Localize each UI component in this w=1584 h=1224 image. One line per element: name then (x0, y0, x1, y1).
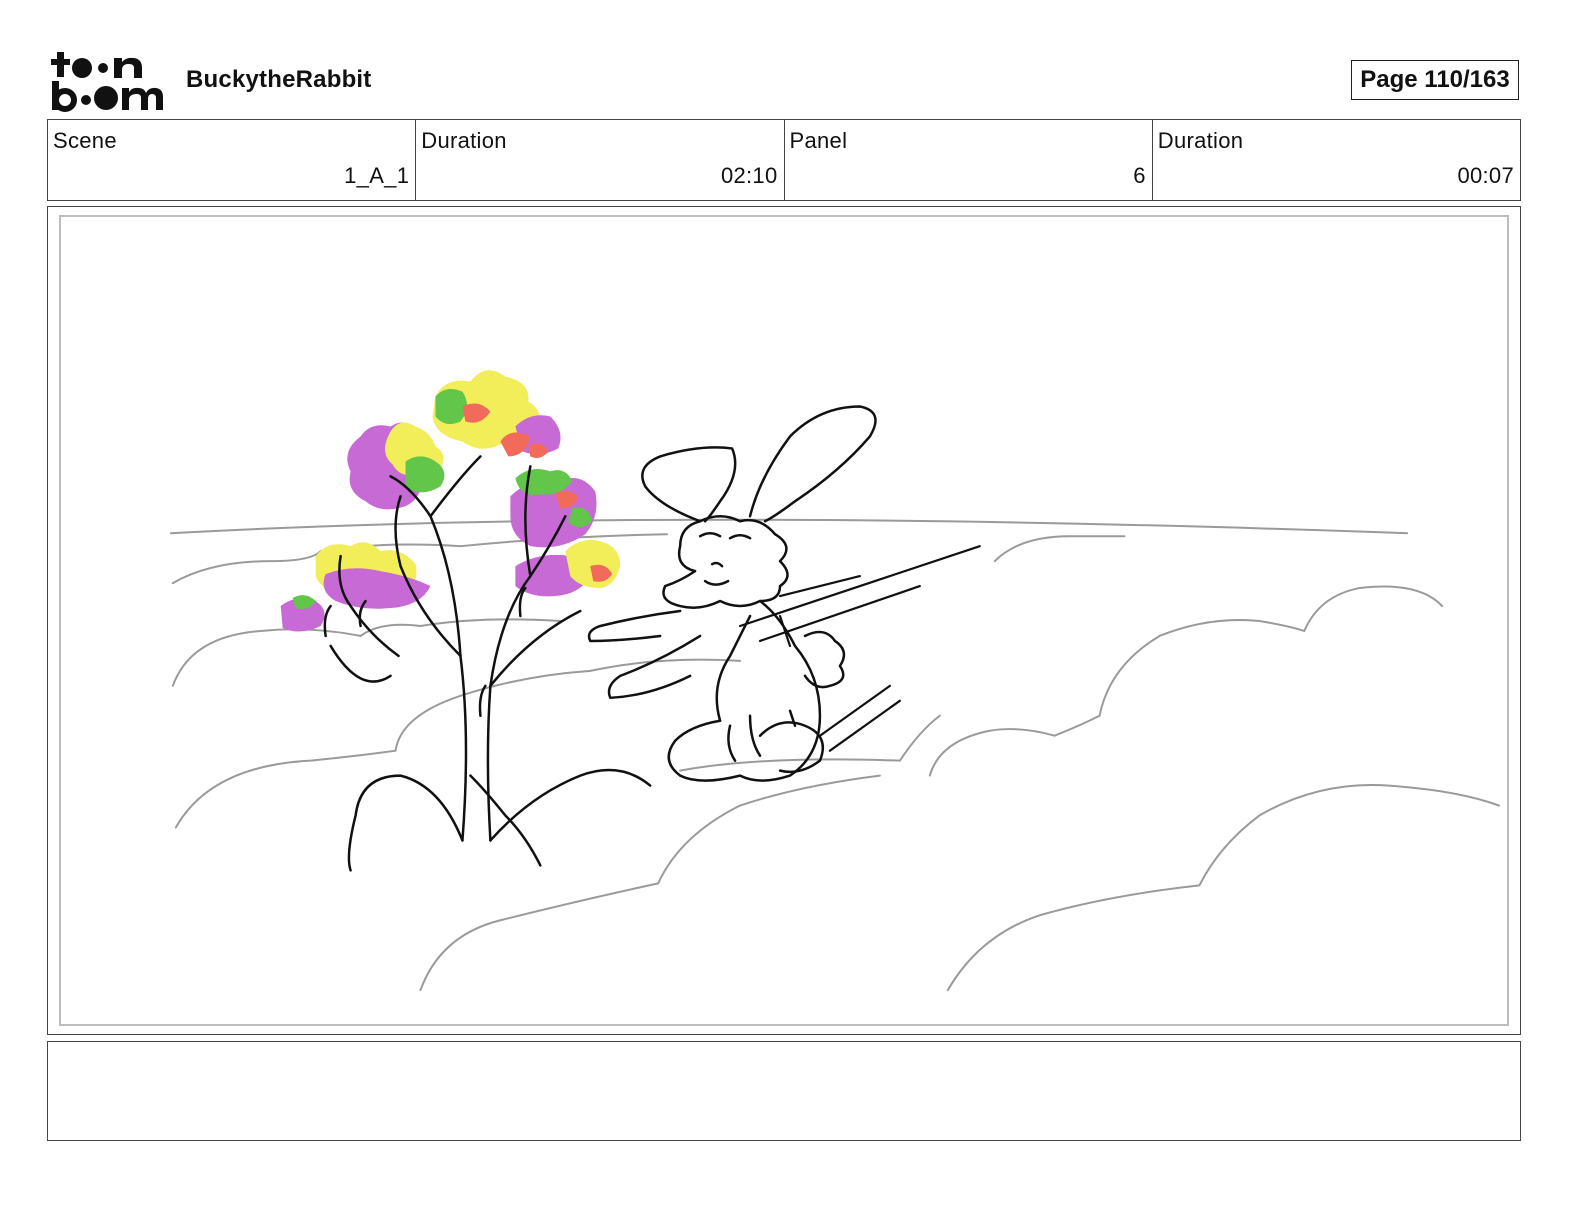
page-number: Page 110/163 (1351, 60, 1519, 100)
panel-value: 6 (1133, 163, 1146, 188)
rabbit-sketch-illustration (169, 370, 1501, 992)
scene-duration-value: 02:10 (720, 163, 778, 188)
storyboard-panel-frame (47, 206, 1521, 1035)
panel-duration-cell: Duration 00:07 (1153, 120, 1520, 200)
panel-caption-box (47, 1041, 1521, 1141)
toon-boom-logo (50, 50, 164, 112)
scene-value: 1_A_1 (344, 163, 410, 188)
panel-duration-value: 00:07 (1457, 163, 1514, 188)
scene-info-row: Scene 1_A_1 Duration 02:10 Panel 6 Durat… (47, 119, 1521, 201)
tree-trunk (323, 455, 652, 872)
storyboard-panel-image (59, 215, 1509, 1026)
rabbit-character (587, 405, 877, 782)
toon-boom-logo-icon (51, 52, 163, 112)
panel-duration-label: Duration (1157, 128, 1244, 153)
scene-duration-label: Duration (421, 128, 507, 153)
scene-cell: Scene 1_A_1 (48, 120, 417, 200)
panel-label: Panel (789, 128, 848, 153)
motion-lines (738, 545, 981, 752)
scene-duration-cell: Duration 02:10 (416, 120, 785, 200)
project-name: BuckytheRabbit (186, 66, 372, 93)
tree-foliage (280, 370, 621, 632)
panel-cell: Panel 6 (785, 120, 1153, 200)
scene-label: Scene (53, 128, 117, 153)
